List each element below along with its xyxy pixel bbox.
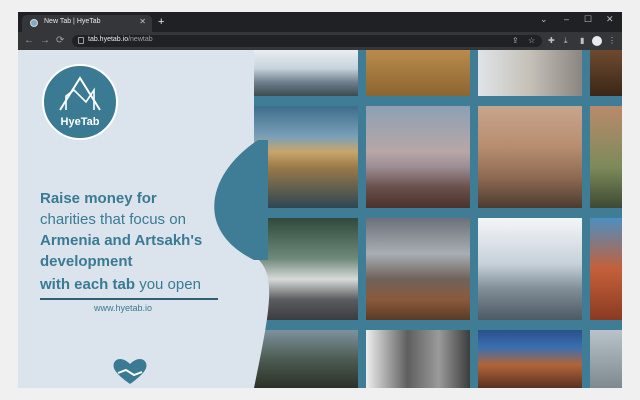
forward-button[interactable]: → [40, 34, 50, 48]
photo-arched-door [590, 50, 622, 96]
url-text: tab.hyetab.io/newtab [88, 36, 153, 43]
photo-stone-faces [366, 330, 470, 388]
headline-line-5: with each tab you open [40, 276, 201, 293]
extensions-icon[interactable]: ✚ [548, 35, 555, 47]
browser-toolbar: ← → ⟳ tab.hyetab.io/newtab ⇪ ☆ ✚ ⤓ ▮ ⋮ [18, 32, 622, 50]
download-icon[interactable]: ⤓ [564, 35, 568, 47]
photo-building-trees [590, 106, 622, 208]
new-tab-button[interactable]: + [158, 15, 164, 29]
newtab-page: HyeTab Raise money for charities that fo… [18, 50, 622, 388]
photo-fountain-square [478, 106, 582, 208]
charity-heart-icon [113, 359, 147, 384]
reload-button[interactable]: ⟳ [56, 34, 64, 48]
close-window-button[interactable]: ✕ [606, 14, 614, 25]
headline-line-4: development [40, 253, 133, 270]
panel-wave [214, 140, 268, 260]
logo-text: HyeTab [60, 116, 100, 128]
browser-window: New Tab | HyeTab ✕ + ⌄ – ☐ ✕ ← → ⟳ tab.h… [18, 12, 622, 388]
headline-line-3: Armenia and Artsakh's [40, 232, 203, 249]
sidepanel-icon[interactable]: ▮ [580, 35, 584, 47]
headline-underline [40, 298, 218, 300]
hyetab-favicon-icon [30, 19, 38, 27]
star-icon[interactable]: ☆ [528, 35, 535, 47]
photo-yerevan-night [478, 330, 582, 388]
photo-stone-building [478, 50, 582, 96]
photo-ararat-snow [366, 218, 470, 320]
tab-strip: New Tab | HyeTab ✕ + ⌄ – ☐ ✕ [18, 12, 622, 32]
tab-newtab[interactable]: New Tab | HyeTab ✕ [22, 15, 152, 32]
tab-search-icon[interactable]: ⌄ [540, 14, 548, 25]
website-link[interactable]: www.hyetab.io [94, 303, 152, 313]
photo-wheat-field [366, 50, 470, 96]
photo-ararat-dusk [366, 106, 470, 208]
minimize-button[interactable]: – [564, 14, 569, 24]
share-icon[interactable]: ⇪ [512, 35, 519, 47]
back-button[interactable]: ← [24, 34, 34, 48]
address-bar[interactable]: tab.hyetab.io/newtab [72, 35, 542, 47]
headline-line-2: charities that focus on [40, 211, 186, 228]
hyetab-logo[interactable]: HyeTab [42, 64, 118, 140]
headline-line-1: Raise money for [40, 190, 157, 207]
site-info-icon[interactable] [78, 37, 84, 44]
photo-red-sculpture [590, 218, 622, 320]
photo-cloud-landscape [590, 330, 622, 388]
maximize-button[interactable]: ☐ [584, 14, 592, 25]
close-tab-icon[interactable]: ✕ [139, 17, 146, 26]
profile-icon[interactable] [592, 36, 602, 46]
menu-icon[interactable]: ⋮ [608, 35, 616, 47]
photo-church-clouds [478, 218, 582, 320]
tab-title: New Tab | HyeTab [44, 18, 101, 25]
logo-house-icon [59, 76, 101, 111]
